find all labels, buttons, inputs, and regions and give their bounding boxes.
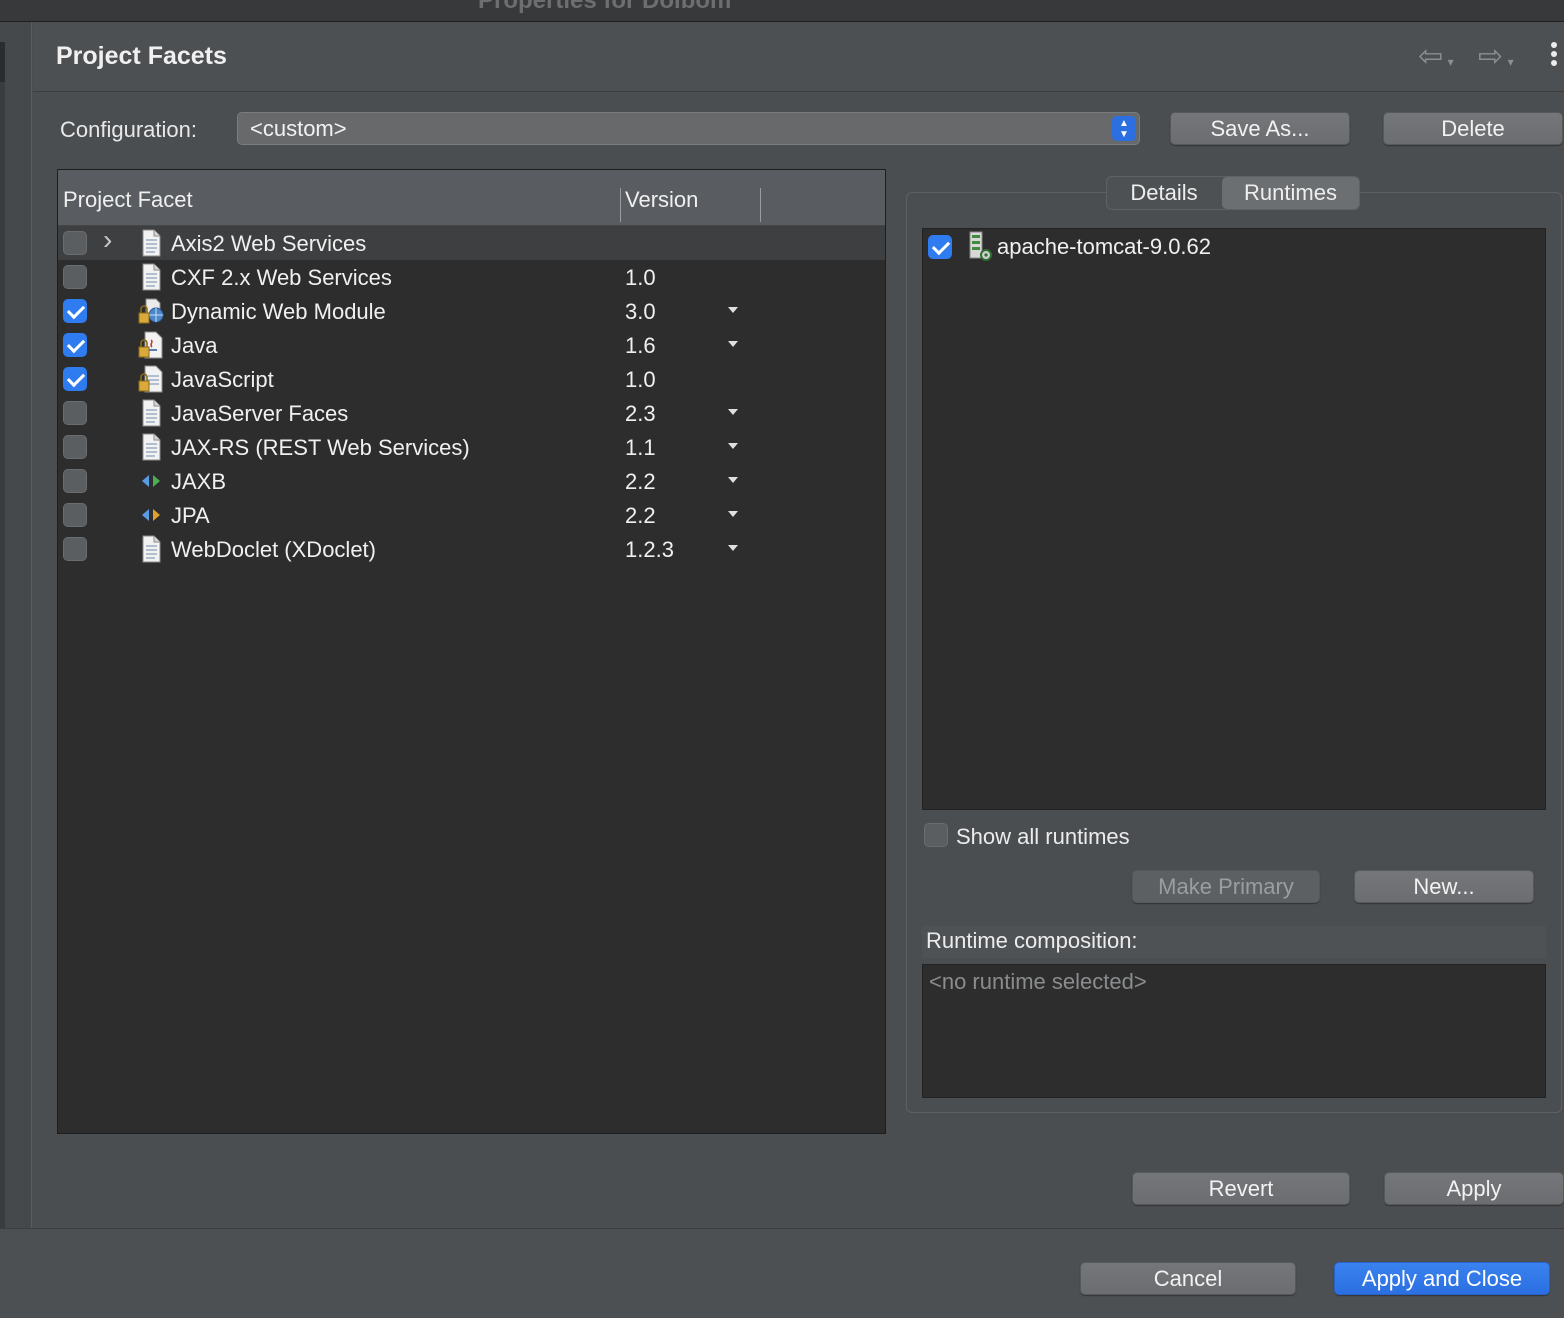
facet-name: JAX-RS (REST Web Services) [171,435,470,460]
configuration-label: Configuration: [60,117,197,142]
facet-row[interactable]: Java 1.6 [58,328,885,362]
facet-version[interactable]: 3.0 [625,299,656,325]
runtimes-list[interactable]: apache-tomcat-9.0.62 [922,228,1546,810]
page-title: Project Facets [56,42,227,70]
show-all-runtimes-label[interactable]: Show all runtimes [956,824,1130,850]
facet-name: Dynamic Web Module [171,299,386,324]
facet-checkbox[interactable] [63,265,87,289]
facet-name: WebDoclet (XDoclet) [171,537,376,562]
facet-checkbox[interactable] [63,401,87,425]
facet-row[interactable]: WebDoclet (XDoclet) 1.2.3 [58,532,885,566]
column-header-version[interactable]: Version [625,187,698,213]
apply-and-close-button[interactable]: Apply and Close [1334,1262,1550,1295]
facet-name: JavaServer Faces [171,401,349,426]
version-dropdown-icon[interactable] [728,477,738,483]
facet-checkbox[interactable] [63,469,87,493]
make-primary-button[interactable]: Make Primary [1132,870,1320,903]
facet-checkbox[interactable] [63,299,87,323]
runtime-row[interactable]: apache-tomcat-9.0.62 [923,229,1545,263]
document-icon [138,229,164,257]
facet-name: JAXB [171,469,227,494]
properties-tree-strip [0,22,32,1228]
tab-runtimes[interactable]: Runtimes [1222,177,1359,209]
window-titlebar [0,0,1564,22]
version-dropdown-icon[interactable] [728,443,738,449]
runtime-name: apache-tomcat-9.0.62 [997,234,1212,259]
document-icon [138,263,164,291]
facet-version[interactable]: 1.6 [625,333,656,359]
dialog-button-bar [0,1229,1564,1318]
locked-java-icon [138,331,164,359]
facet-row[interactable]: Dynamic Web Module 3.0 [58,294,885,328]
facet-version[interactable]: 2.2 [625,469,656,495]
facets-table-header: Project Facet Version [58,170,885,226]
view-menu-icon[interactable] [1548,42,1560,74]
document-icon [138,535,164,563]
version-dropdown-icon[interactable] [728,409,738,415]
runtime-composition-empty: <no runtime selected> [929,969,1147,994]
facet-version: 1.0 [625,367,656,392]
tab-bar: Details Runtimes [1106,176,1360,210]
column-header-facet[interactable]: Project Facet [63,187,193,213]
facet-row[interactable]: JAX-RS (REST Web Services) 1.1 [58,430,885,464]
cancel-button[interactable]: Cancel [1080,1262,1296,1295]
facet-checkbox[interactable] [63,537,87,561]
forward-dropdown-icon[interactable]: ▾ [1508,55,1514,69]
facet-checkbox[interactable] [63,333,87,357]
server-runtime-icon [969,231,992,261]
facet-version: 1.0 [625,265,656,290]
facet-name: CXF 2.x Web Services [171,265,392,290]
back-arrow-icon: ⇦ [1418,40,1444,73]
version-dropdown-icon[interactable] [728,341,738,347]
facet-checkbox[interactable] [63,231,87,255]
facet-version[interactable]: 2.2 [625,503,656,529]
save-as-button[interactable]: Save As... [1170,112,1350,145]
show-all-runtimes-checkbox[interactable] [924,823,948,847]
window-title: Properties for Dolbom [478,0,732,14]
document-icon [138,433,164,461]
facet-row[interactable]: JAXB 2.2 [58,464,885,498]
version-dropdown-icon[interactable] [728,545,738,551]
jpa-icon [138,501,164,529]
back-dropdown-icon[interactable]: ▾ [1448,55,1454,69]
facet-row[interactable]: JPA 2.2 [58,498,885,532]
facet-name: Axis2 Web Services [171,231,367,256]
locked-document-icon [138,365,164,393]
back-button[interactable]: ⇦ ▾ [1418,42,1454,72]
facet-row[interactable]: › Axis2 Web Services [58,224,885,260]
configuration-select[interactable]: <custom> ▲ ▼ [237,112,1140,145]
configuration-value: <custom> [250,116,347,141]
runtime-composition-label: Runtime composition: [926,928,1138,953]
page-header [33,22,1564,92]
facet-version[interactable]: 1.2.3 [625,537,674,563]
jaxb-icon [138,467,164,495]
runtime-composition-box: <no runtime selected> [922,964,1546,1098]
expand-chevron-icon[interactable]: › [103,224,112,256]
forward-arrow-icon: ⇨ [1478,40,1504,73]
apply-button[interactable]: Apply [1384,1172,1564,1205]
facet-row[interactable]: JavaServer Faces 2.3 [58,396,885,430]
facet-version[interactable]: 2.3 [625,401,656,427]
facet-checkbox[interactable] [63,435,87,459]
facet-row[interactable]: JavaScript 1.0 [58,362,885,396]
tab-details[interactable]: Details [1107,177,1221,209]
runtime-checkbox[interactable] [928,235,952,259]
delete-button[interactable]: Delete [1383,112,1563,145]
facet-checkbox[interactable] [63,503,87,527]
new-runtime-button[interactable]: New... [1354,870,1534,903]
facet-version[interactable]: 1.1 [625,435,656,461]
facet-row[interactable]: CXF 2.x Web Services 1.0 [58,260,885,294]
version-dropdown-icon[interactable] [728,307,738,313]
facet-name: JPA [171,503,210,528]
locked-web-module-icon [138,297,164,325]
facet-name: Java [171,333,218,358]
facets-table[interactable]: Project Facet Version › Axis2 Web Service… [57,169,886,1134]
select-stepper-icon: ▲ ▼ [1112,116,1136,141]
facet-checkbox[interactable] [63,367,87,391]
version-dropdown-icon[interactable] [728,511,738,517]
facet-name: JavaScript [171,367,274,392]
forward-button[interactable]: ⇨ ▾ [1478,42,1514,72]
revert-button[interactable]: Revert [1132,1172,1350,1205]
document-icon [138,399,164,427]
